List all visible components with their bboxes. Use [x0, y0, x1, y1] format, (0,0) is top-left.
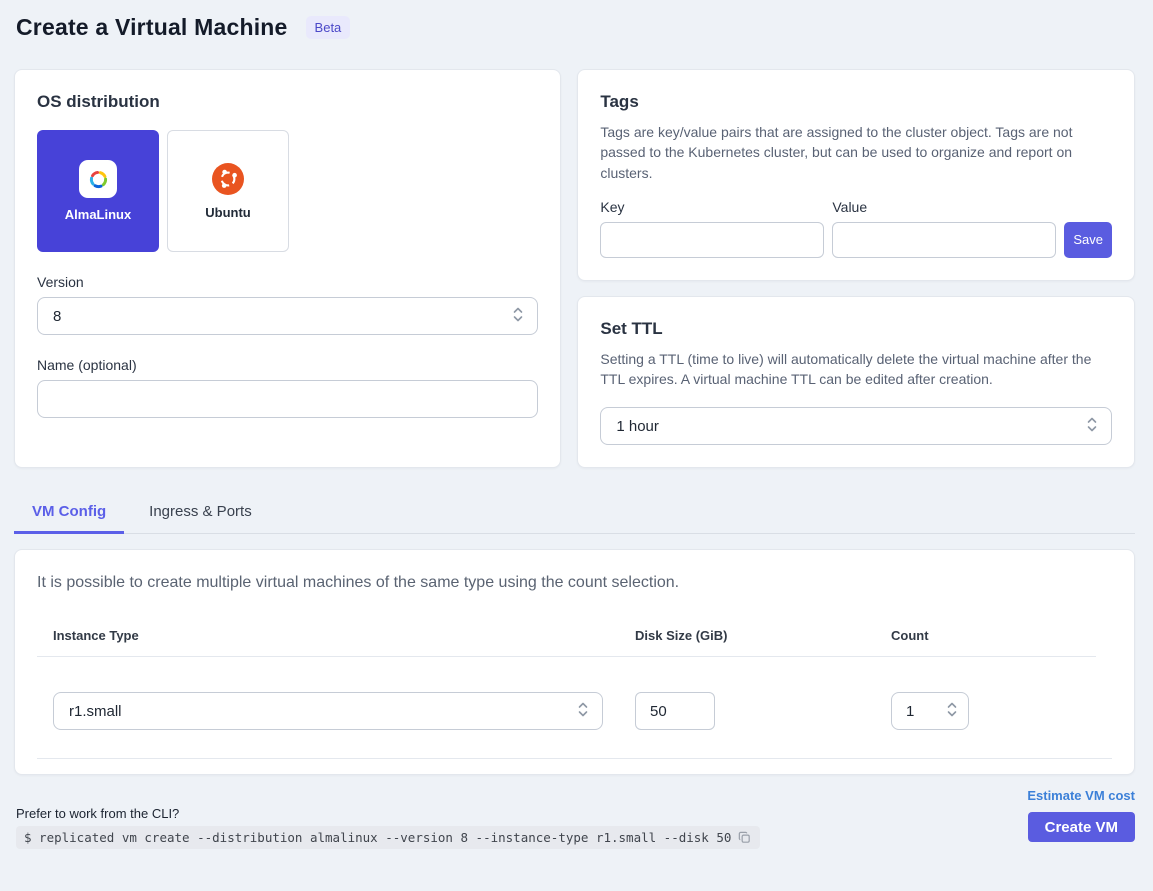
os-option-ubuntu[interactable]: Ubuntu: [167, 130, 289, 252]
tags-form: Key Value Save: [600, 199, 1112, 258]
vm-config-note: It is possible to create multiple virtua…: [37, 574, 1112, 592]
count-stepper[interactable]: 1: [891, 692, 969, 730]
disk-size-input[interactable]: [635, 692, 715, 730]
vm-config-card: It is possible to create multiple virtua…: [14, 549, 1135, 775]
version-label: Version: [37, 274, 538, 290]
os-distribution-card: OS distribution: [14, 69, 561, 468]
vm-name-input[interactable]: [37, 380, 538, 418]
save-tag-button[interactable]: Save: [1064, 222, 1112, 258]
os-card-title: OS distribution: [37, 92, 538, 112]
vm-table-header: Instance Type Disk Size (GiB) Count: [37, 628, 1096, 657]
create-vm-page: Create a Virtual Machine Beta OS distrib…: [0, 0, 1153, 849]
page-footer: Prefer to work from the CLI? $ replicate…: [14, 788, 1135, 849]
chevron-updown-icon: [577, 701, 589, 722]
set-ttl-card: Set TTL Setting a TTL (time to live) wil…: [577, 296, 1135, 469]
col-disk-size: Disk Size (GiB): [619, 628, 875, 643]
ttl-select[interactable]: 1 hour: [600, 407, 1112, 445]
col-instance-type: Instance Type: [37, 628, 619, 643]
ubuntu-logo-icon: [211, 162, 245, 196]
ttl-select-value: 1 hour: [616, 418, 659, 435]
instance-type-value: r1.small: [69, 703, 122, 720]
page-title: Create a Virtual Machine: [16, 14, 288, 41]
tab-ingress-ports[interactable]: Ingress & Ports: [131, 494, 270, 534]
create-vm-button[interactable]: Create VM: [1028, 812, 1135, 842]
beta-badge: Beta: [306, 16, 351, 39]
chevron-updown-icon: [512, 306, 524, 327]
cli-command-text: $ replicated vm create --distribution al…: [24, 830, 731, 845]
cli-prompt-label: Prefer to work from the CLI?: [16, 806, 760, 821]
instance-type-select[interactable]: r1.small: [53, 692, 603, 730]
ttl-card-description: Setting a TTL (time to live) will automa…: [600, 349, 1112, 390]
footer-actions: Estimate VM cost Create VM: [1027, 788, 1135, 849]
os-options: AlmaLinux Ubuntu: [37, 130, 538, 252]
count-value: 1: [906, 703, 914, 720]
vm-name-label: Name (optional): [37, 357, 538, 373]
tab-bar: VM Config Ingress & Ports: [14, 494, 1135, 534]
chevron-updown-icon: [946, 701, 958, 722]
os-option-almalinux[interactable]: AlmaLinux: [37, 130, 159, 252]
right-column: Tags Tags are key/value pairs that are a…: [577, 69, 1135, 468]
cli-command-box: $ replicated vm create --distribution al…: [16, 826, 760, 849]
col-count: Count: [875, 628, 1096, 643]
page-header: Create a Virtual Machine Beta: [14, 14, 1135, 41]
ttl-card-title: Set TTL: [600, 319, 1112, 339]
tag-value-label: Value: [832, 199, 1056, 215]
chevron-updown-icon: [1086, 416, 1098, 437]
cli-block: Prefer to work from the CLI? $ replicate…: [14, 806, 760, 849]
tag-key-input[interactable]: [600, 222, 824, 258]
copy-icon[interactable]: [737, 830, 752, 845]
estimate-vm-cost-link[interactable]: Estimate VM cost: [1027, 788, 1135, 803]
main-grid: OS distribution: [14, 69, 1135, 468]
tag-value-input[interactable]: [832, 222, 1056, 258]
version-select-value: 8: [53, 308, 61, 325]
version-select[interactable]: 8: [37, 297, 538, 335]
tags-card: Tags Tags are key/value pairs that are a…: [577, 69, 1135, 281]
os-option-label: AlmaLinux: [65, 207, 131, 222]
tag-key-label: Key: [600, 199, 824, 215]
tags-card-description: Tags are key/value pairs that are assign…: [600, 122, 1112, 183]
vm-table-row: r1.small 1: [37, 657, 1112, 759]
tab-vm-config[interactable]: VM Config: [14, 494, 124, 534]
os-option-label: Ubuntu: [205, 205, 250, 220]
almalinux-logo-icon: [79, 160, 117, 198]
vm-table: Instance Type Disk Size (GiB) Count r1.s…: [37, 628, 1112, 759]
tags-card-title: Tags: [600, 92, 1112, 112]
